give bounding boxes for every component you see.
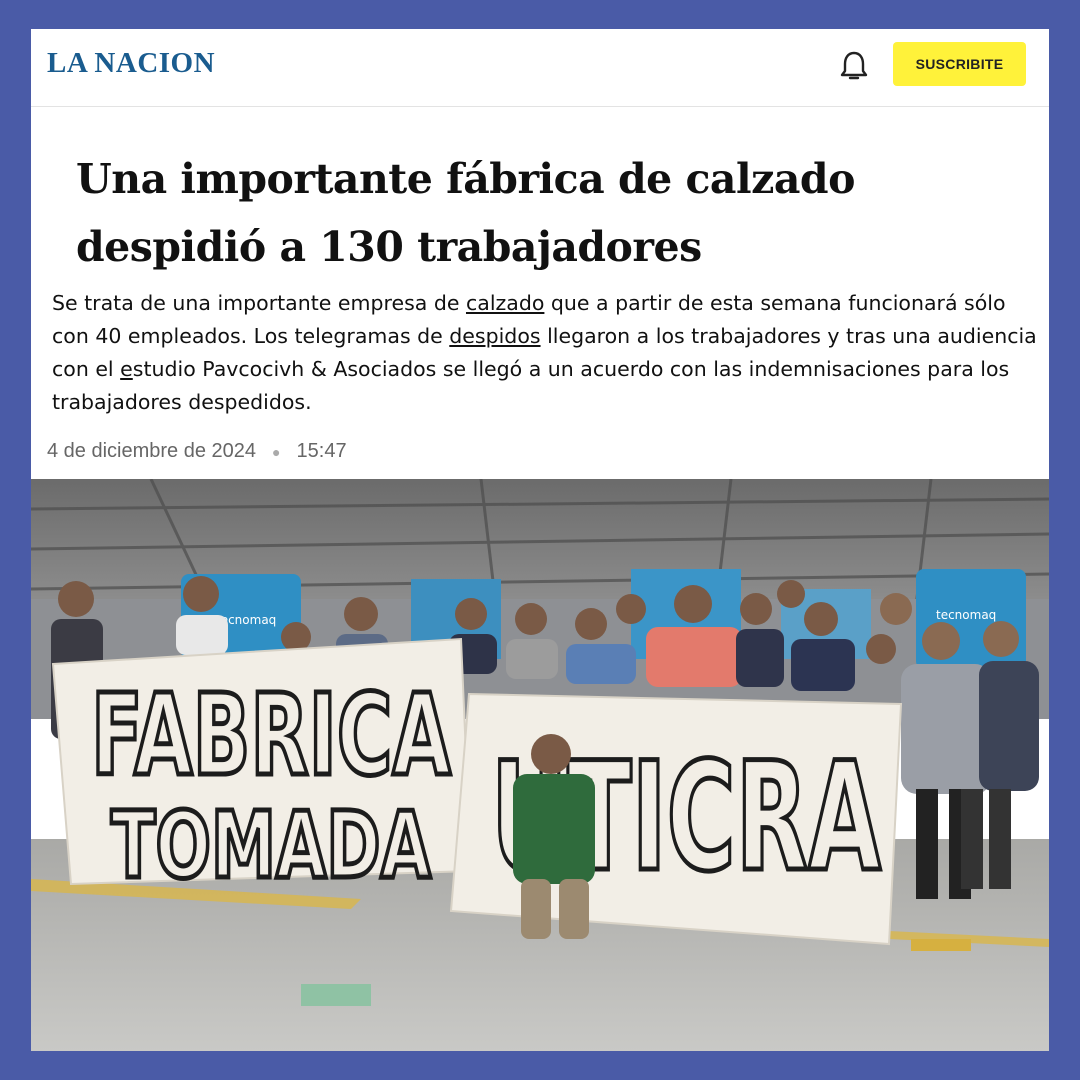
banner-left: FABRICA TOMADA: [51, 637, 473, 902]
banner-left-line2: TOMADA: [111, 792, 431, 899]
site-logo[interactable]: LA NACION: [47, 47, 215, 80]
article-lead: Se trata de una importante empresa de ca…: [52, 287, 1042, 419]
article-meta: 4 de diciembre de 2024 ● 15:47: [47, 440, 347, 463]
meta-separator: ●: [272, 443, 281, 460]
link-estudio[interactable]: e: [120, 357, 133, 381]
lead-text-1: Se trata de una importante empresa de: [52, 291, 466, 315]
bell-icon[interactable]: [837, 49, 871, 83]
article-time: 15:47: [296, 440, 347, 462]
subscribe-button[interactable]: SUSCRIBITE: [893, 42, 1026, 86]
article-card: LA NACION SUSCRIBITE Una importante fábr…: [31, 29, 1049, 1051]
site-header: LA NACION SUSCRIBITE: [31, 29, 1049, 107]
link-calzado[interactable]: calzado: [466, 291, 544, 315]
article-photo[interactable]: tecnomaq tecnomaq FABRICA TOMADA UTICRA: [31, 479, 1049, 1051]
article-date: 4 de diciembre de 2024: [47, 440, 257, 462]
banner-left-line1: FABRICA: [91, 671, 451, 801]
machine-brand-right: tecnomaq: [936, 608, 996, 622]
article-title: Una importante fábrica de calzado despid…: [76, 155, 855, 271]
lead-text-4: studio Pavcocivh & Asociados se llegó a …: [52, 357, 1010, 414]
link-despidos[interactable]: despidos: [449, 324, 540, 348]
